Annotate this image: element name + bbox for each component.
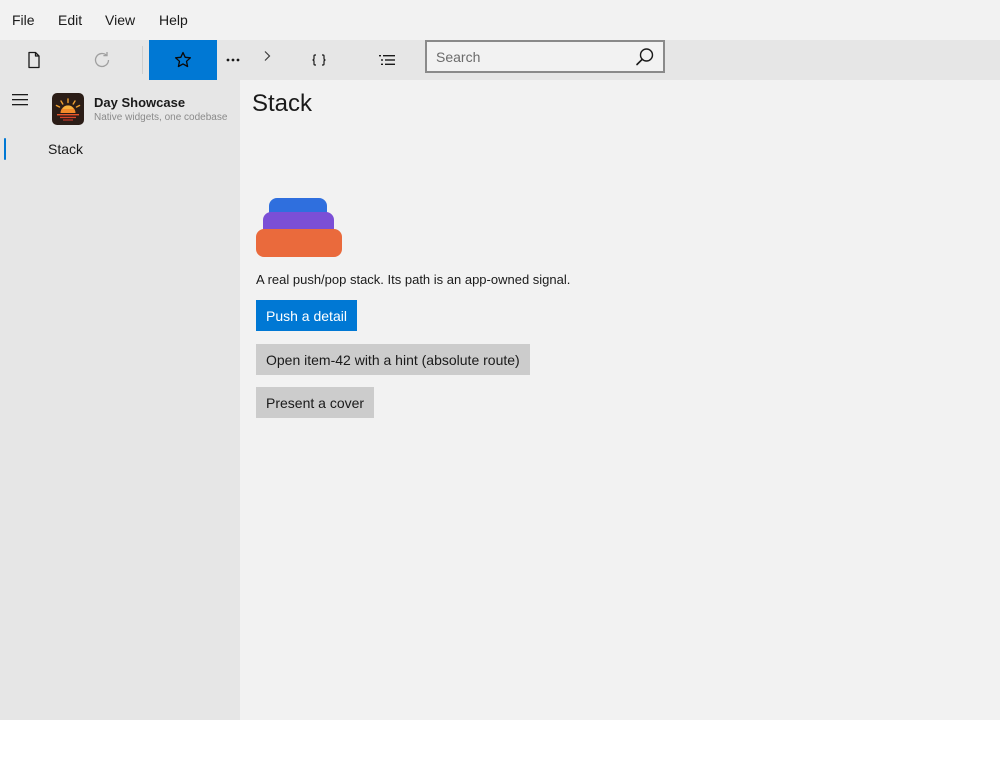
sunrise-icon xyxy=(55,98,81,121)
more-button[interactable] xyxy=(217,40,249,80)
code-button[interactable] xyxy=(285,40,353,80)
stack-illustration xyxy=(256,198,342,257)
document-icon xyxy=(28,51,40,69)
stack-layer-bottom xyxy=(256,229,342,257)
star-icon xyxy=(174,51,192,68)
sidebar-item-label: Stack xyxy=(48,141,84,157)
push-detail-button[interactable]: Push a detail xyxy=(256,300,357,331)
menu-file[interactable]: File xyxy=(12,12,35,28)
refresh-button[interactable] xyxy=(68,40,136,80)
app-window: File Edit View Help Search Day Showcase … xyxy=(0,0,1000,720)
toolbar-separator xyxy=(142,46,143,74)
app-title: Day Showcase xyxy=(94,95,186,110)
search-icon[interactable] xyxy=(635,47,655,67)
main-content: Stack A real push/pop stack. Its path is… xyxy=(240,80,1000,720)
page-title: Stack xyxy=(252,90,313,117)
sidebar: Day Showcase Native widgets, one codebas… xyxy=(0,80,240,720)
present-cover-button[interactable]: Present a cover xyxy=(256,387,375,418)
menu-view[interactable]: View xyxy=(105,12,135,28)
more-icon xyxy=(226,58,240,62)
list-icon xyxy=(379,55,395,65)
app-subtitle: Native widgets, one codebase xyxy=(94,112,228,123)
favorite-button[interactable] xyxy=(149,40,217,80)
sidebar-item-stack[interactable]: Stack xyxy=(0,136,240,162)
open-item-button[interactable]: Open item-42 with a hint (absolute route… xyxy=(256,344,530,375)
chevron-right-icon xyxy=(264,51,271,61)
search-box xyxy=(425,40,665,73)
menu-edit[interactable]: Edit xyxy=(58,12,82,28)
hamburger-menu-icon[interactable] xyxy=(10,90,30,110)
menu-help[interactable]: Help xyxy=(159,12,188,28)
search-input[interactable] xyxy=(436,47,626,67)
app-logo xyxy=(52,93,84,125)
description-text: A real push/pop stack. Its path is an ap… xyxy=(256,272,571,287)
new-document-button[interactable] xyxy=(0,40,68,80)
menu-bar: File Edit View Help xyxy=(0,0,1000,40)
refresh-icon xyxy=(94,52,110,68)
braces-icon xyxy=(312,54,326,66)
list-button[interactable] xyxy=(353,40,421,80)
selection-indicator xyxy=(4,138,6,160)
overflow-chevron-button[interactable] xyxy=(250,36,284,76)
